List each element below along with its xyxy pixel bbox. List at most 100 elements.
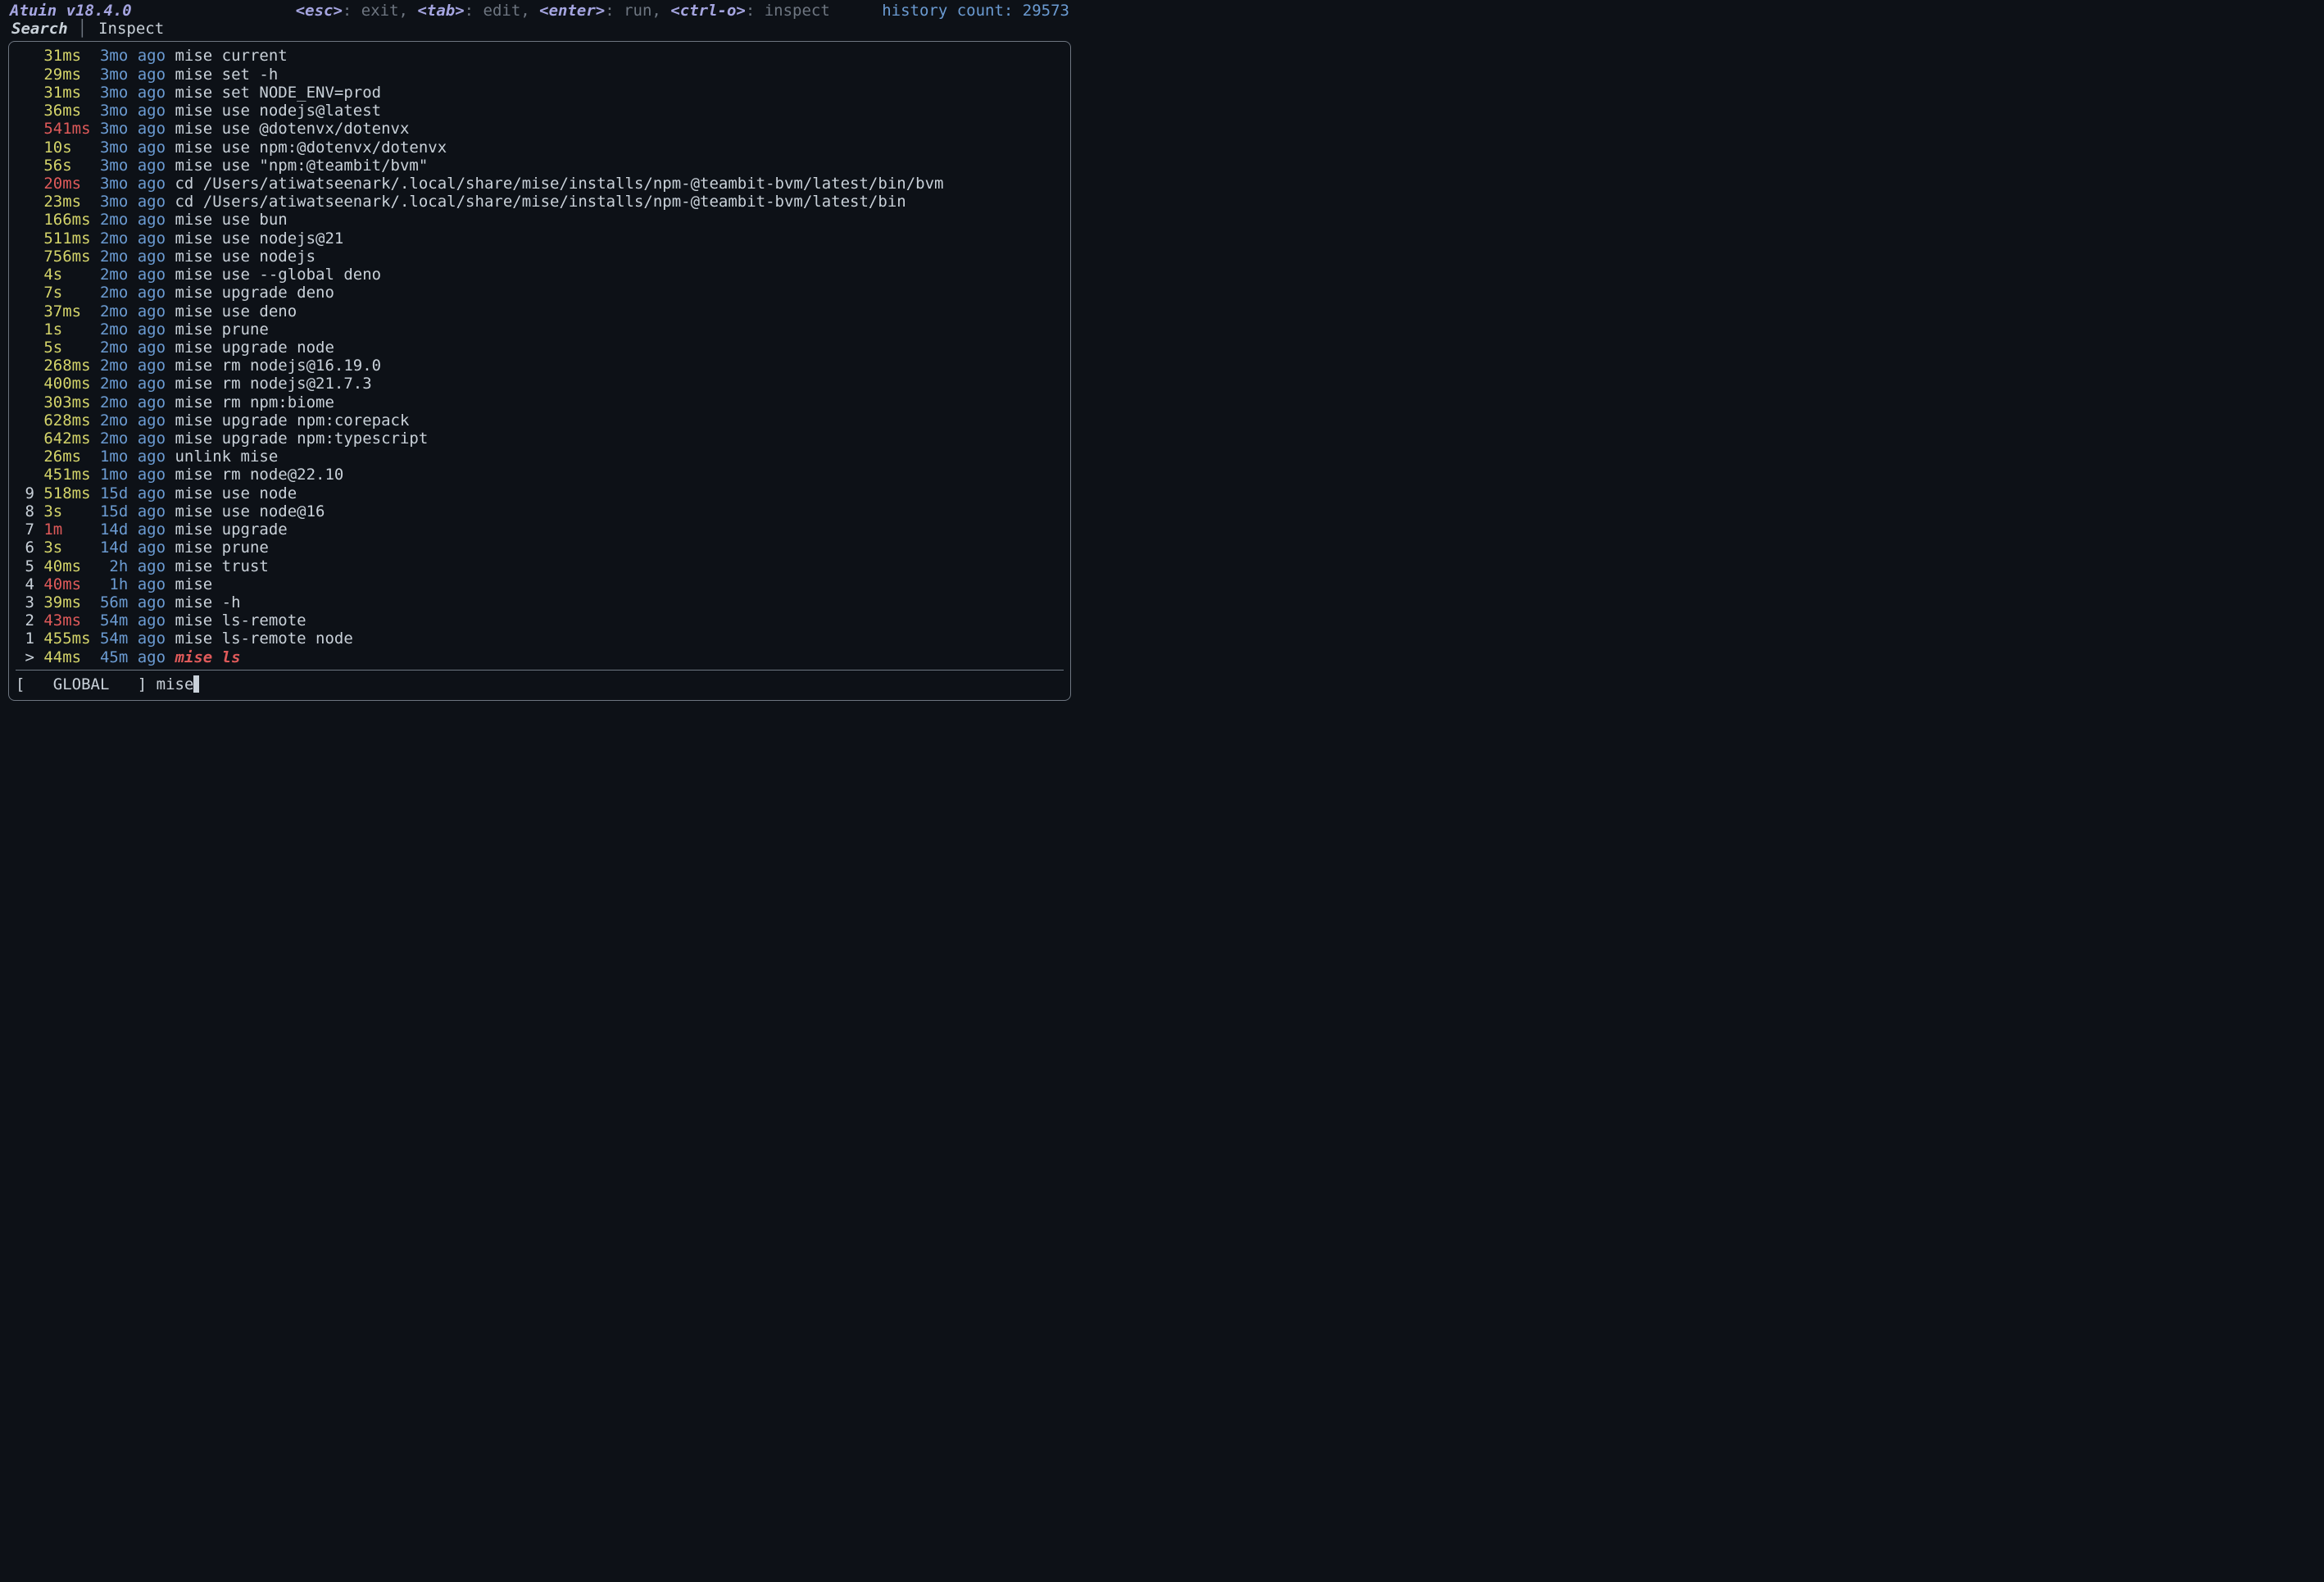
history-row[interactable]: 37ms 2moagomise use deno <box>16 302 1064 320</box>
row-ago-label: ago <box>128 539 166 557</box>
row-ago-label: ago <box>128 120 166 138</box>
row-duration: 1s <box>34 320 91 339</box>
row-duration: 455ms <box>34 630 91 648</box>
history-row[interactable]: 10s 3moagomise use npm:@dotenvx/dotenvx <box>16 139 1064 157</box>
row-duration: 36ms <box>34 102 91 120</box>
row-age: 3mo <box>91 84 129 102</box>
history-row[interactable]: 268ms 2moagomise rm nodejs@16.19.0 <box>16 357 1064 375</box>
history-row[interactable]: 7s 2moagomise upgrade deno <box>16 284 1064 302</box>
history-row[interactable]: 540ms 2hagomise trust <box>16 557 1064 575</box>
history-row[interactable]: 628ms 2moagomise upgrade npm:corepack <box>16 411 1064 430</box>
separator-line <box>16 670 1064 671</box>
row-command: mise set NODE_ENV=prod <box>166 84 381 102</box>
row-duration: 3s <box>34 539 91 557</box>
row-command: mise use "npm:@teambit/bvm" <box>166 157 428 175</box>
row-duration: 40ms <box>34 557 91 575</box>
history-row[interactable]: 71m 14dagomise upgrade <box>16 521 1064 539</box>
row-duration: 4s <box>34 266 91 284</box>
row-index <box>16 66 34 84</box>
history-row[interactable]: 243ms 54magomise ls-remote <box>16 611 1064 630</box>
row-duration: 628ms <box>34 411 91 430</box>
row-index <box>16 302 34 320</box>
history-row[interactable]: 9518ms 15dagomise use node <box>16 484 1064 502</box>
row-index <box>16 157 34 175</box>
row-index <box>16 139 34 157</box>
tab-inspect[interactable]: Inspect <box>98 20 164 38</box>
row-duration: 40ms <box>34 575 91 593</box>
row-ago-label: ago <box>128 393 166 411</box>
row-age: 56m <box>91 593 129 611</box>
row-ago-label: ago <box>128 157 166 175</box>
row-age: 2mo <box>91 266 129 284</box>
row-ago-label: ago <box>128 66 166 84</box>
row-index <box>16 120 34 138</box>
history-row[interactable]: 451ms 1moagomise rm node@22.10 <box>16 466 1064 484</box>
row-ago-label: ago <box>128 611 166 630</box>
row-age: 45m <box>91 648 129 666</box>
history-row[interactable]: 36ms 3moagomise use nodejs@latest <box>16 102 1064 120</box>
search-query[interactable]: mise <box>157 675 194 693</box>
history-row[interactable]: 756ms 2moagomise use nodejs <box>16 248 1064 266</box>
search-input-row[interactable]: [ GLOBAL ] mise <box>16 675 1064 693</box>
row-command: mise prune <box>166 320 269 339</box>
history-row[interactable]: 5s 2moagomise upgrade node <box>16 339 1064 357</box>
row-age: 3mo <box>91 193 129 211</box>
history-row[interactable]: 20ms 3moagocd /Users/atiwatseenark/.loca… <box>16 175 1064 193</box>
history-row[interactable]: 4s 2moagomise use --global deno <box>16 266 1064 284</box>
tab-search[interactable]: Search <box>11 20 78 38</box>
row-index: 3 <box>16 593 34 611</box>
history-row[interactable]: 339ms 56magomise -h <box>16 593 1064 611</box>
row-command: mise ls <box>166 648 241 666</box>
tab-bar: Search │ Inspect <box>0 20 1079 41</box>
history-list[interactable]: 31ms 3moagomise current 29ms 3moagomise … <box>16 47 1064 666</box>
scope-label: GLOBAL <box>25 675 137 693</box>
row-ago-label: ago <box>128 630 166 648</box>
row-command: cd /Users/atiwatseenark/.local/share/mis… <box>166 175 943 193</box>
history-row[interactable]: 440ms 1hagomise <box>16 575 1064 593</box>
row-age: 15d <box>91 502 129 521</box>
history-row[interactable]: 166ms 2moagomise use bun <box>16 211 1064 229</box>
history-row[interactable]: 511ms 2moagomise use nodejs@21 <box>16 230 1064 248</box>
row-ago-label: ago <box>128 521 166 539</box>
row-age: 2mo <box>91 248 129 266</box>
row-index <box>16 320 34 339</box>
scope-bracket-close: ] <box>138 675 157 693</box>
row-index: 7 <box>16 521 34 539</box>
row-command: mise set -h <box>166 66 278 84</box>
history-row[interactable]: 29ms 3moagomise set -h <box>16 66 1064 84</box>
row-command: mise upgrade npm:typescript <box>166 430 428 448</box>
history-row[interactable]: 26ms 1moagounlink mise <box>16 448 1064 466</box>
row-age: 54m <box>91 611 129 630</box>
row-command: mise rm nodejs@21.7.3 <box>166 375 372 393</box>
row-age: 3mo <box>91 157 129 175</box>
row-age: 3mo <box>91 139 129 157</box>
row-command: mise use node@16 <box>166 502 325 521</box>
header-bar: Atuin v18.4.0 <esc>: exit, <tab>: edit, … <box>0 0 1079 20</box>
row-age: 3mo <box>91 47 129 65</box>
history-row[interactable]: >44ms 45magomise ls <box>16 648 1064 666</box>
history-row[interactable]: 63s 14dagomise prune <box>16 539 1064 557</box>
row-index <box>16 430 34 448</box>
row-index <box>16 448 34 466</box>
history-row[interactable]: 83s 15dagomise use node@16 <box>16 502 1064 521</box>
history-row[interactable]: 642ms 2moagomise upgrade npm:typescript <box>16 430 1064 448</box>
row-duration: 26ms <box>34 448 91 466</box>
row-command: mise rm nodejs@16.19.0 <box>166 357 381 375</box>
row-ago-label: ago <box>128 357 166 375</box>
row-command: mise use npm:@dotenvx/dotenvx <box>166 139 447 157</box>
row-index: 4 <box>16 575 34 593</box>
row-age: 14d <box>91 539 129 557</box>
history-row[interactable]: 23ms 3moagocd /Users/atiwatseenark/.loca… <box>16 193 1064 211</box>
row-ago-label: ago <box>128 448 166 466</box>
history-row[interactable]: 1455ms 54magomise ls-remote node <box>16 630 1064 648</box>
history-row[interactable]: 400ms 2moagomise rm nodejs@21.7.3 <box>16 375 1064 393</box>
row-index: 6 <box>16 539 34 557</box>
history-row[interactable]: 541ms 3moagomise use @dotenvx/dotenvx <box>16 120 1064 138</box>
history-row[interactable]: 1s 2moagomise prune <box>16 320 1064 339</box>
history-row[interactable]: 31ms 3moagomise current <box>16 47 1064 65</box>
history-row[interactable]: 303ms 2moagomise rm npm:biome <box>16 393 1064 411</box>
history-row[interactable]: 56s 3moagomise use "npm:@teambit/bvm" <box>16 157 1064 175</box>
row-age: 2mo <box>91 411 129 430</box>
row-duration: 166ms <box>34 211 91 229</box>
history-row[interactable]: 31ms 3moagomise set NODE_ENV=prod <box>16 84 1064 102</box>
